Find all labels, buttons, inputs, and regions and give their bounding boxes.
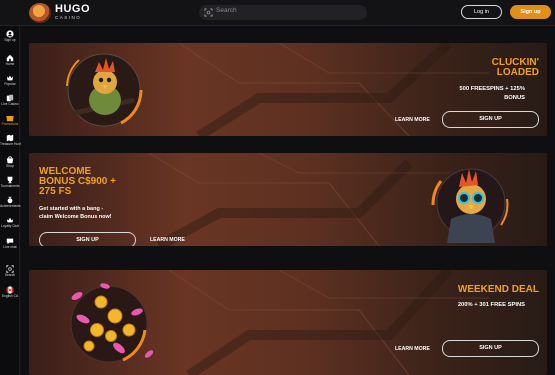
sidebar-item-label: Search: [4, 273, 16, 277]
banner-subtitle: Get started with a bang - claim Welcome …: [39, 205, 112, 222]
sidebar-item-search[interactable]: Search: [0, 265, 20, 287]
sidebar-item-live-casino[interactable]: Live Casino: [0, 94, 20, 116]
sidebar-item-label: Loyalty Club: [0, 224, 20, 228]
promo-banner-cluckin-loaded: CLUCKIN' LOADED 500 FREESPINS + 125% BON…: [29, 43, 547, 136]
learn-more-link[interactable]: LEARN MORE: [395, 117, 430, 123]
chicken-hero-image: [59, 48, 149, 133]
sidebar-item-achievements[interactable]: Achievements: [0, 196, 21, 218]
login-button[interactable]: Log in: [461, 5, 502, 19]
sidebar-item-signup[interactable]: Sign up: [0, 30, 20, 52]
logo-title: HUGO: [55, 3, 90, 15]
crown-club-icon: [6, 217, 14, 223]
banner-subtitle-line: BONUS: [504, 94, 525, 101]
search-placeholder: Search: [216, 7, 237, 14]
sidebar-item-promotions[interactable]: Promotions: [0, 114, 20, 136]
sidebar-item-label: Promotions: [1, 122, 19, 126]
sidebar-item-home[interactable]: Home: [0, 54, 20, 76]
sidebar-item-label: Achievements: [0, 204, 21, 208]
shop-icon: [6, 156, 14, 164]
crown-icon: [6, 75, 14, 81]
sidebar-item-loyalty-club[interactable]: Loyalty Club: [0, 216, 20, 238]
sidebar-item-popular[interactable]: Popular: [0, 74, 20, 96]
learn-more-link[interactable]: LEARN MORE: [395, 346, 430, 352]
learn-more-link[interactable]: LEARN MORE: [150, 237, 185, 243]
search-input[interactable]: Search: [199, 5, 367, 20]
sidebar-item-language[interactable]: English CA: [0, 286, 20, 308]
medal-icon: [7, 196, 13, 204]
sidebar-item-label: Home: [5, 62, 15, 66]
banner-subtitle-line: 500 FREESPINS + 125%: [459, 86, 525, 92]
banner-title-line: LOADED: [496, 67, 539, 78]
sidebar-item-treasure-hunt[interactable]: Treasure Hunt: [0, 134, 21, 156]
banner-title: WEEKEND DEAL: [458, 285, 539, 295]
logo-subtitle: CASINO: [55, 15, 82, 20]
chat-icon: [6, 238, 14, 245]
banner-subtitle: 200% + 301 FREE SPINS: [458, 301, 525, 310]
banner-subtitle-line: 200% + 301 FREE SPINS: [457, 302, 525, 308]
banner-title: WELCOME BONUS C$900 + 275 FS: [39, 167, 116, 197]
search-scan-icon: [204, 8, 213, 17]
banner-subtitle-line: claim Welcome Bonus now!: [39, 214, 112, 221]
sidebar-item-label: Treasure Hunt: [0, 142, 21, 146]
banner-signup-button[interactable]: SIGN UP: [442, 111, 539, 128]
banner-subtitle-line: Get started with a bang -: [39, 206, 104, 212]
banner-title: CLUCKIN' LOADED: [492, 58, 539, 78]
user-icon: [6, 30, 14, 38]
canada-flag-icon: [6, 286, 14, 294]
sidebar-item-label: Shop: [6, 164, 14, 168]
banner-title-line: 275 FS: [39, 186, 72, 197]
treasure-map-icon: [6, 134, 14, 142]
signup-button[interactable]: Sign up: [510, 5, 551, 19]
search-icon: [6, 265, 14, 273]
promo-banner-weekend-deal: WEEKEND DEAL 200% + 301 FREE SPINS LEARN…: [29, 270, 547, 375]
sidebar-item-label: Live Casino: [1, 102, 19, 106]
banner-title-line: WEEKEND DEAL: [457, 284, 539, 295]
sidebar-item-shop[interactable]: Shop: [0, 156, 20, 178]
banner-signup-button[interactable]: SIGN UP: [39, 232, 136, 246]
sidebar-item-tournaments[interactable]: Tournaments: [0, 176, 20, 198]
cards-icon: [6, 94, 14, 102]
top-header: HUGO CASINO Search Log in Sign up: [0, 0, 555, 26]
banner-subtitle: 500 FREESPINS + 125% BONUS: [459, 85, 525, 102]
sidebar-item-live-chat[interactable]: Live chat: [0, 237, 20, 259]
hugo-logo-icon[interactable]: [29, 3, 51, 23]
logo-text[interactable]: HUGO CASINO: [55, 4, 90, 21]
banner-signup-button[interactable]: SIGN UP: [442, 340, 539, 357]
coins-flowers-hero-image: [57, 274, 157, 372]
promo-banner-welcome-bonus: WELCOME BONUS C$900 + 275 FS Get started…: [29, 153, 547, 246]
chicken-goggles-hero-image: [429, 161, 514, 243]
trophy-icon: [7, 176, 13, 184]
sidebar-item-label: Popular: [4, 82, 16, 86]
sidebar-item-label: Sign up: [4, 38, 16, 42]
sidebar: Sign up Home Popular Live Casino Promoti…: [0, 26, 21, 375]
gift-icon: [6, 116, 14, 122]
sidebar-item-label: English CA: [1, 294, 19, 298]
sidebar-item-label: Tournaments: [0, 184, 20, 188]
sidebar-item-label: Live chat: [3, 245, 17, 249]
home-icon: [6, 54, 14, 62]
